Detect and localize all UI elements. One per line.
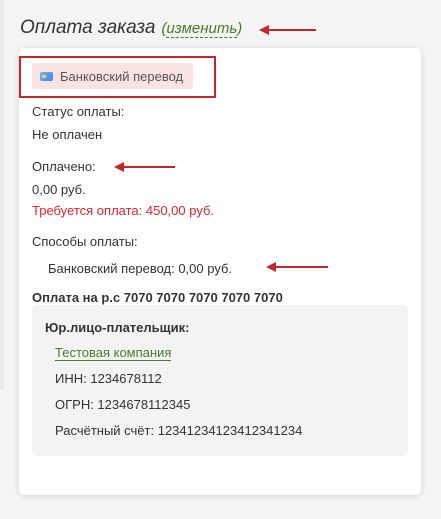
payment-method-label: Банковский перевод — [60, 68, 184, 84]
status-label: Статус оплаты: — [32, 104, 125, 119]
payment-method-badge: Банковский перевод — [32, 63, 194, 89]
change-payment-link[interactable]: изменить — [166, 20, 238, 38]
change-link-wrapper: (изменить) — [161, 20, 243, 38]
page-left-edge — [0, 0, 4, 390]
page-title: Оплата заказа — [20, 17, 156, 38]
payer-info-box: Юр.лицо-плательщик: Тестовая компания ИН… — [32, 305, 408, 456]
payment-method-highlight: Банковский перевод — [19, 56, 216, 98]
paid-value: 0,00 руб. — [32, 182, 86, 197]
payment-methods-label: Способы оплаты: — [32, 234, 138, 249]
payer-inn: ИНН: 1234678112 — [55, 371, 162, 386]
annotation-arrow-title — [259, 25, 316, 35]
payer-heading: Юр.лицо-плательщик: — [45, 320, 190, 335]
order-payment-header: Оплата заказа (изменить) — [20, 17, 242, 39]
annotation-arrow-paid — [114, 162, 175, 172]
payer-company: Тестовая компания — [55, 345, 172, 361]
payment-method-item: Банковский перевод: 0,00 руб. — [48, 261, 233, 276]
payment-required-text: Требуется оплата: 450,00 руб. — [32, 203, 215, 218]
payer-company-link[interactable]: Тестовая компания — [55, 345, 172, 361]
annotation-arrow-method — [266, 262, 328, 272]
payer-account-number: Расчётный счёт: 12341234123412341234 — [55, 423, 303, 438]
payer-ogrn: ОГРН: 1234678112345 — [55, 397, 191, 412]
status-value: Не оплачен — [32, 127, 103, 142]
credit-card-icon — [40, 71, 53, 81]
bank-account-title: Оплата на р.с 7070 7070 7070 7070 7070 — [32, 290, 283, 305]
payment-card: Банковский перевод Статус оплаты: Не опл… — [19, 48, 421, 495]
change-link-close-paren: ) — [237, 20, 243, 37]
paid-label: Оплачено: — [32, 159, 96, 174]
